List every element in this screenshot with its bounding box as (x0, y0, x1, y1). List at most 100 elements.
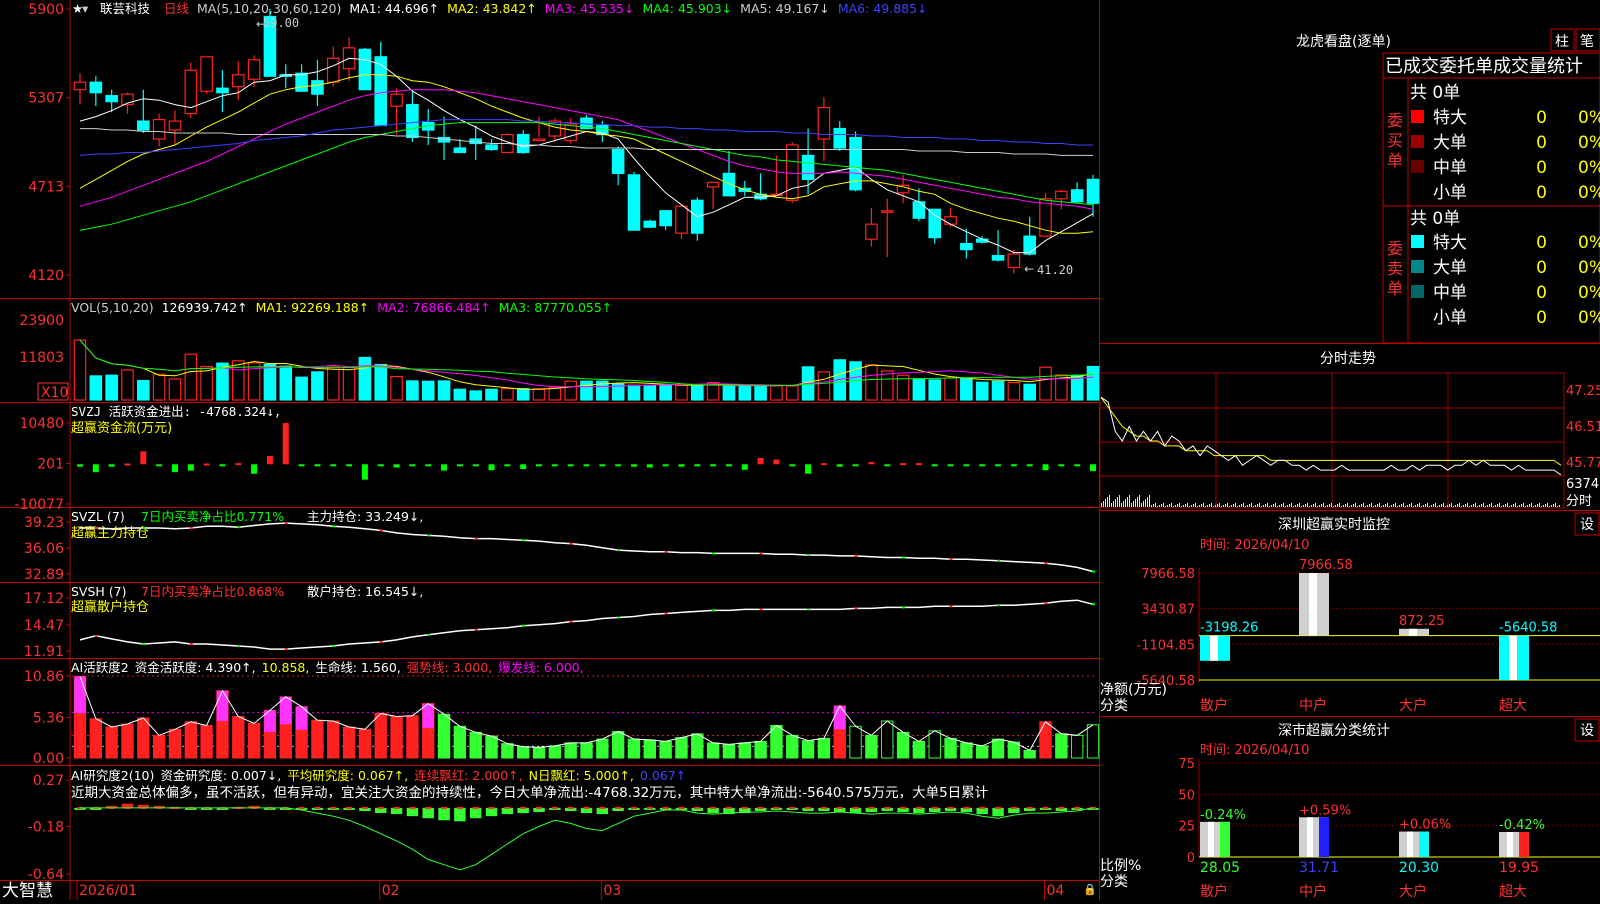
ai-research-bar (438, 807, 450, 821)
line-marker (617, 616, 621, 619)
ma-legend-item: MA1: 44.696↑ (349, 1, 439, 16)
ai-research-dash (520, 806, 527, 809)
ai-activity-bar (358, 728, 372, 759)
line-marker (379, 640, 383, 643)
svzj-bar (1010, 464, 1017, 467)
fenshi-volume-bar (1553, 504, 1554, 507)
ai-activity-peak (422, 703, 434, 729)
svzj-bar (441, 464, 448, 471)
sz-monitor-bar-highlight (1509, 635, 1517, 680)
date-axis: 2026/01 02 03 04 (76, 880, 1064, 900)
fenshi-volume-bar (1103, 501, 1104, 507)
volume-axis: 23900 11803 X10 (19, 313, 69, 401)
sz-class-bar-color (1519, 831, 1529, 857)
volume-bar (675, 384, 688, 401)
ai-activity-bars (72, 675, 1100, 759)
lhb-row-pct: 0% (1578, 183, 1600, 203)
fenshi-volume-bar (1279, 505, 1280, 507)
ma-legend-item: MA3: 45.535↓ (545, 1, 635, 16)
ai-research-comment: 近期大资金总体偏多，虽不活跃，但有异动，宜关注大资金的持续性，今日大单净流出:-… (71, 784, 988, 801)
svzj-bar (741, 464, 748, 470)
sz-monitor-settings-label[interactable]: 设 (1580, 517, 1594, 533)
volume-bar (1086, 365, 1100, 401)
tab-tick-label[interactable]: 笔 (1580, 34, 1594, 50)
ai-activity-bar (928, 730, 941, 759)
sz-monitor-chart: -3198.26 散户 7966.58 中户 872.25 大户 -5640.58 超大 (1198, 558, 1600, 714)
ai-activity-bar (1070, 734, 1084, 759)
fenshi-axis-label: 45.77 (1566, 456, 1600, 471)
ai-activity-legend-item: 生命线: 1.560, (315, 660, 400, 675)
sz-class-category: 散户 (1200, 883, 1228, 900)
volume-bar (659, 384, 672, 401)
fenshi-price-line (1100, 396, 1562, 476)
fenshi-volume-bar (1223, 505, 1224, 507)
fenshi-volume-bar (1435, 503, 1436, 507)
svzj-bar (425, 464, 432, 467)
ai-activity-bar (960, 742, 973, 759)
volume-bar (437, 380, 451, 401)
ai-activity-bar (754, 740, 767, 759)
svzj-bar (520, 464, 527, 470)
low-arrow-icon: ← (1024, 262, 1034, 276)
line-marker (902, 556, 906, 559)
sz-monitor-bar-highlight (1210, 635, 1218, 661)
ai-research-dash (377, 806, 384, 809)
fenshi-volume-bar (1511, 505, 1512, 507)
fenshi-volume-bar (1257, 504, 1258, 507)
ai-research-dash (868, 806, 875, 809)
line-marker (522, 539, 526, 542)
volume-bar (295, 376, 308, 401)
line-marker (712, 609, 716, 612)
svzj-bar (551, 464, 558, 467)
fenshi-volume-bar (1151, 505, 1152, 507)
fenshi-volume-bar (1401, 504, 1402, 507)
sz-monitor-bar-highlight (1309, 573, 1317, 636)
ai-activity-bar (770, 725, 783, 759)
axis-tick-label: 32.89 (24, 567, 64, 583)
ai-research-dash (298, 806, 305, 809)
fenshi-volume-bar (1287, 505, 1288, 507)
lhb-row-pct: 0% (1578, 133, 1600, 153)
volume-bar (991, 380, 1005, 401)
axis-tick-label: 50 (1178, 788, 1195, 803)
svzj-bar (346, 464, 353, 467)
line-marker (1044, 562, 1048, 565)
fenshi-volume-bar (1431, 505, 1432, 507)
fenshi-volume-bar (1227, 503, 1228, 507)
fenshi-volume-bar (1165, 506, 1166, 507)
candle-body (216, 87, 229, 94)
tab-column-label[interactable]: 柱 (1555, 34, 1569, 50)
fenshi-volume-bar (1427, 503, 1428, 507)
axis-tick-label: -1104.85 (1137, 638, 1195, 653)
volume-bar (580, 380, 593, 401)
axis-tick-label: 4713 (28, 179, 64, 195)
candle-body (1055, 190, 1068, 200)
ai-research-dash (662, 806, 669, 809)
svzj-bar (725, 464, 732, 467)
ai-activity-bar (121, 723, 134, 759)
svzl-value: 主力持仓: 33.249↓, (307, 509, 423, 524)
ai-research-bars (74, 803, 1099, 871)
ai-activity-bar (548, 745, 562, 759)
svzj-bar (536, 464, 543, 467)
sz-class-settings-label[interactable]: 设 (1580, 723, 1594, 739)
sz-monitor-category: 中户 (1299, 697, 1327, 714)
ai-activity-bar (849, 725, 862, 759)
line-series (79, 599, 1094, 650)
line-marker (142, 642, 146, 645)
ai-activity-bar (485, 735, 498, 759)
ai-activity-bar (991, 738, 1005, 759)
ai-activity-bar (706, 742, 720, 759)
volume-bar (89, 375, 103, 401)
fenshi-volume-bar (1441, 504, 1442, 507)
fenshi-volume-bar (1225, 504, 1226, 507)
fenshi-volume-bar (1475, 503, 1476, 507)
volume-bar (722, 384, 736, 401)
ai-research-dash (884, 806, 891, 809)
fenshi-volume-bar (1411, 503, 1412, 507)
fenshi-volume-bar (1207, 505, 1208, 507)
fenshi-volume-bar (1447, 505, 1448, 507)
lhb-sell-label-char: 委 (1387, 239, 1403, 258)
fenshi-volume-bar (1157, 506, 1158, 507)
candle-body (105, 95, 118, 103)
